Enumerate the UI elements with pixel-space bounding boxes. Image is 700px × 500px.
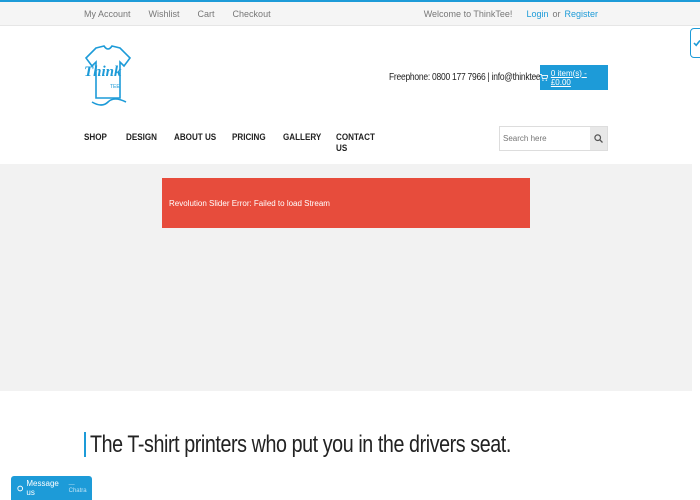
page-tagline: The T-shirt printers who put you in the … bbox=[90, 431, 511, 458]
tshirt-logo-icon: Think TEE bbox=[84, 45, 132, 106]
check-icon bbox=[693, 40, 700, 47]
logo-tee-text: TEE bbox=[110, 84, 120, 90]
search-box bbox=[499, 126, 608, 151]
chat-bubble-icon bbox=[17, 485, 24, 491]
main-nav: SHOP DESIGN ABOUT US PRICING GALLERY CON… bbox=[84, 132, 396, 154]
contact-info: Freephone: 0800 177 7966 | info@thinktee… bbox=[389, 72, 562, 83]
chat-widget-button[interactable]: Message us — Chatra bbox=[11, 476, 92, 500]
welcome-text: Welcome to ThinkTee! bbox=[423, 9, 513, 19]
nav-contact-us[interactable]: CONTACT US bbox=[336, 132, 387, 154]
my-account-link[interactable]: My Account bbox=[84, 9, 131, 19]
slider-error-text: Revolution Slider Error: Failed to load … bbox=[169, 198, 330, 208]
search-input[interactable] bbox=[500, 127, 590, 150]
checkout-link[interactable]: Checkout bbox=[233, 9, 271, 19]
nav-design[interactable]: DESIGN bbox=[126, 132, 167, 154]
logo-think-text: Think bbox=[84, 64, 122, 80]
site-logo[interactable]: Think TEE bbox=[82, 44, 134, 110]
tagline-accent-bar bbox=[84, 432, 86, 457]
chat-brand: — Chatra bbox=[68, 482, 87, 494]
side-check-tab[interactable] bbox=[690, 28, 700, 58]
account-links: My Account Wishlist Cart Checkout bbox=[84, 9, 271, 19]
auth-area: Welcome to ThinkTee! Login or Register bbox=[424, 9, 598, 19]
search-icon bbox=[594, 134, 603, 143]
cart-button[interactable]: 0 item(s) - £0.00 bbox=[540, 65, 608, 90]
cart-summary: 0 item(s) - £0.00 bbox=[550, 68, 587, 87]
nav-pricing[interactable]: PRICING bbox=[232, 132, 275, 154]
top-bar: My Account Wishlist Cart Checkout Welcom… bbox=[0, 2, 700, 26]
wishlist-link[interactable]: Wishlist bbox=[149, 9, 180, 19]
chat-label: Message us bbox=[26, 479, 59, 497]
slider-area: Revolution Slider Error: Failed to load … bbox=[0, 164, 692, 391]
nav-about-us[interactable]: ABOUT US bbox=[174, 132, 223, 154]
or-text: or bbox=[552, 9, 561, 19]
chat-brand-name: Chatra bbox=[68, 488, 87, 494]
search-button[interactable] bbox=[590, 127, 607, 150]
site-header: Think TEE Freephone: 0800 177 7966 | inf… bbox=[0, 26, 700, 164]
nav-gallery[interactable]: GALLERY bbox=[283, 132, 328, 154]
slider-error-message: Revolution Slider Error: Failed to load … bbox=[162, 178, 530, 228]
cart-link[interactable]: Cart bbox=[198, 9, 215, 19]
scrollbar-track[interactable] bbox=[692, 164, 700, 500]
login-link[interactable]: Login bbox=[526, 9, 548, 19]
register-link[interactable]: Register bbox=[564, 9, 598, 19]
nav-shop[interactable]: SHOP bbox=[84, 132, 120, 154]
cart-icon bbox=[540, 74, 548, 81]
